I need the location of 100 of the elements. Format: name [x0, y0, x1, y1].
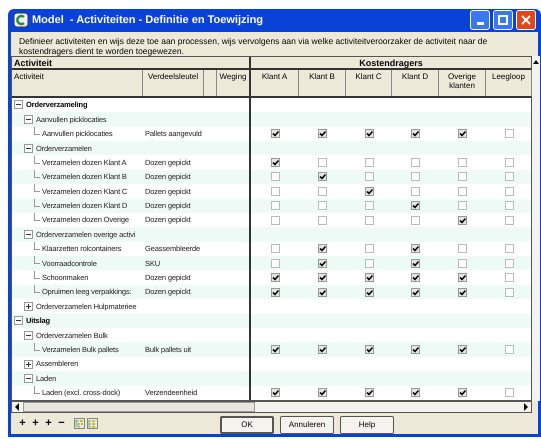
expand-icon[interactable]: [24, 360, 33, 369]
collapse-icon[interactable]: [24, 330, 33, 340]
collapse-icon[interactable]: [24, 144, 33, 153]
checkbox[interactable]: [504, 172, 514, 182]
checkbox[interactable]: [458, 201, 467, 210]
checkbox[interactable]: [504, 186, 514, 196]
checkbox[interactable]: [364, 244, 374, 254]
checkbox[interactable]: [318, 216, 327, 225]
checkbox[interactable]: [270, 388, 280, 398]
checkbox[interactable]: [364, 345, 374, 354]
column-header[interactable]: Overige klanten: [439, 70, 486, 96]
checkbox[interactable]: [318, 129, 327, 138]
checkbox[interactable]: [411, 129, 420, 138]
checkbox[interactable]: [504, 258, 514, 268]
minimize-button[interactable]: [470, 10, 490, 30]
checkbox[interactable]: [364, 216, 374, 225]
column-header[interactable]: Klant C: [346, 70, 392, 96]
checkbox[interactable]: [364, 129, 374, 138]
checkbox[interactable]: [458, 244, 467, 254]
column-header[interactable]: Verdeelsleutel: [143, 70, 204, 96]
checkbox[interactable]: [504, 345, 514, 354]
collapse-icon[interactable]: [24, 114, 33, 124]
checkbox[interactable]: [458, 186, 467, 196]
tree-button[interactable]: [87, 418, 98, 429]
checkbox[interactable]: [318, 158, 327, 168]
checkbox[interactable]: [364, 172, 374, 182]
checkbox[interactable]: [411, 258, 420, 268]
checkbox[interactable]: [411, 273, 420, 282]
checkbox[interactable]: [270, 345, 280, 354]
column-header[interactable]: Activiteit: [12, 70, 143, 96]
column-header[interactable]: Klant D: [392, 70, 439, 96]
checkbox[interactable]: [411, 186, 420, 196]
checkbox[interactable]: [270, 158, 280, 168]
checkbox[interactable]: [458, 288, 467, 297]
checkbox[interactable]: [318, 258, 327, 268]
checkbox[interactable]: [504, 129, 514, 138]
checkbox[interactable]: [458, 258, 467, 268]
checkbox[interactable]: [318, 201, 327, 210]
collapse-icon[interactable]: [14, 100, 23, 110]
checkbox[interactable]: [318, 388, 327, 398]
checkbox[interactable]: [364, 258, 374, 268]
dialog-button[interactable]: OK: [220, 416, 274, 434]
checkbox[interactable]: [411, 244, 420, 254]
checkbox[interactable]: [504, 388, 514, 398]
checkbox[interactable]: [270, 258, 280, 268]
checkbox[interactable]: [411, 288, 420, 297]
dialog-button[interactable]: Annuleren: [280, 416, 334, 434]
expand-icon[interactable]: [24, 302, 33, 311]
column-header[interactable]: Weging: [217, 70, 251, 96]
checkbox[interactable]: [411, 201, 420, 210]
checkbox[interactable]: [270, 244, 280, 254]
checkbox[interactable]: [364, 288, 374, 297]
checkbox[interactable]: [411, 216, 420, 225]
checkbox[interactable]: [270, 288, 280, 297]
checkbox[interactable]: [270, 216, 280, 225]
checkbox[interactable]: [318, 345, 327, 354]
checkbox[interactable]: [411, 388, 420, 398]
checkbox[interactable]: [458, 216, 467, 225]
checkbox[interactable]: [458, 388, 467, 398]
checkbox[interactable]: [411, 345, 420, 354]
checkbox[interactable]: [270, 186, 280, 196]
dialog-button[interactable]: Help: [340, 416, 394, 434]
checkbox[interactable]: [504, 201, 514, 210]
collapse-icon[interactable]: [14, 316, 23, 326]
checkbox[interactable]: [504, 288, 514, 297]
tree-button[interactable]: [74, 418, 85, 429]
collapse-icon[interactable]: [24, 374, 33, 383]
collapse-icon[interactable]: [24, 230, 33, 239]
checkbox[interactable]: [504, 216, 514, 225]
checkbox[interactable]: [411, 172, 420, 182]
checkbox[interactable]: [318, 273, 327, 282]
checkbox[interactable]: [318, 186, 327, 196]
checkbox[interactable]: [504, 244, 514, 254]
column-header[interactable]: Klant B: [299, 70, 346, 96]
checkbox[interactable]: [270, 273, 280, 282]
checkbox[interactable]: [318, 288, 327, 297]
checkbox[interactable]: [270, 172, 280, 182]
checkbox[interactable]: [458, 158, 467, 168]
close-button[interactable]: [516, 10, 536, 30]
checkbox[interactable]: [270, 201, 280, 210]
checkbox[interactable]: [458, 172, 467, 182]
checkbox[interactable]: [504, 158, 514, 168]
checkbox[interactable]: [318, 244, 327, 254]
checkbox[interactable]: [270, 129, 280, 138]
checkbox[interactable]: [458, 345, 467, 354]
maximize-button[interactable]: [493, 10, 513, 30]
checkbox[interactable]: [364, 388, 374, 398]
checkbox[interactable]: [364, 186, 374, 196]
checkbox[interactable]: [504, 273, 514, 282]
checkbox[interactable]: [411, 158, 420, 168]
checkbox[interactable]: [364, 201, 374, 210]
checkbox[interactable]: [364, 158, 374, 168]
checkbox[interactable]: [364, 273, 374, 282]
column-header[interactable]: Klant A: [251, 70, 299, 96]
description-text: Definieer activiteiten en wijs deze toe aan processen, wijs vervolgens aan via welke activiteitveroorzaker de activiteit naar de kostendragers dient te worden toegewezen.: [18, 34, 488, 56]
checkbox[interactable]: [458, 129, 467, 138]
checkbox[interactable]: [458, 273, 467, 282]
minimize-icon: [476, 22, 484, 26]
column-group-header: Activiteit: [12, 56, 251, 68]
checkbox[interactable]: [318, 172, 327, 182]
